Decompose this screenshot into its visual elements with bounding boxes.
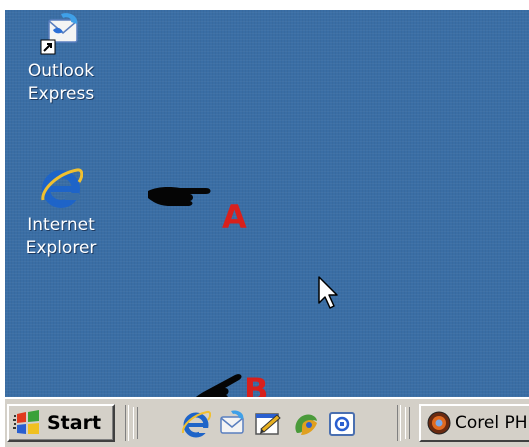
quick-launch-outlook-express-icon[interactable]	[217, 409, 247, 439]
quick-launch-show-desktop-icon[interactable]	[253, 409, 283, 439]
outlook-express-icon	[39, 12, 83, 56]
quick-launch-channels-icon[interactable]	[327, 409, 357, 439]
taskbar-button-corel-ph[interactable]: Corel PH	[419, 404, 529, 442]
windows-logo-icon	[13, 410, 39, 434]
desktop[interactable]: Outlook Express Internet Explorer A B	[5, 10, 529, 397]
quick-launch-media-player-icon[interactable]	[291, 409, 321, 439]
annotation-label-a: A	[222, 198, 247, 236]
icon-label-internet-explorer: Internet Explorer	[25, 215, 97, 258]
pointing-hand-icon-b	[195, 374, 242, 397]
corel-photo-paint-icon	[427, 411, 451, 435]
task-area-grip[interactable]	[405, 407, 410, 439]
mouse-cursor-icon	[318, 276, 338, 309]
taskbar-separator	[397, 405, 401, 441]
quick-launch-grip[interactable]	[133, 407, 138, 439]
icon-label-outlook-express: Outlook Express	[27, 61, 95, 104]
start-label: Start	[47, 412, 102, 434]
start-button[interactable]: Start	[7, 404, 115, 442]
taskbar: Start Corel PH	[5, 397, 529, 447]
annotation-label-b: B	[244, 371, 269, 397]
quick-launch-internet-explorer-icon[interactable]	[181, 409, 211, 439]
desktop-icon-outlook-express[interactable]: Outlook Express	[15, 12, 107, 106]
internet-explorer-icon	[39, 166, 84, 210]
taskbar-button-label: Corel PH	[455, 413, 528, 433]
taskbar-separator	[125, 405, 129, 441]
desktop-icon-internet-explorer[interactable]: Internet Explorer	[15, 166, 107, 260]
pointing-hand-icon-a	[148, 187, 211, 206]
